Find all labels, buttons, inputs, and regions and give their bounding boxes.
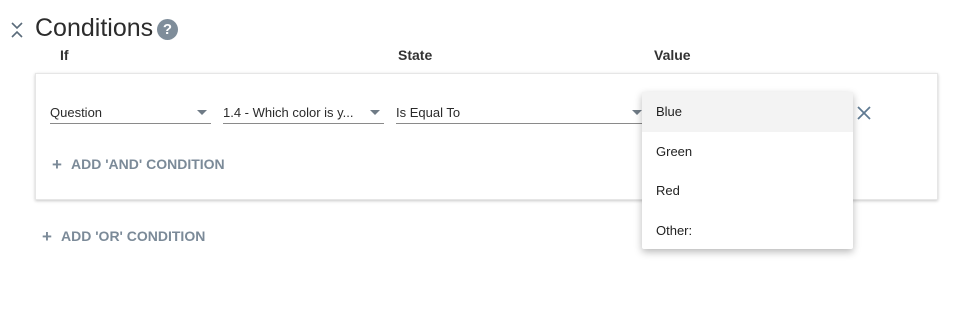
remove-condition-icon[interactable] (855, 104, 873, 122)
chevron-down-icon (197, 110, 207, 115)
value-column-header: Value (654, 47, 691, 63)
add-and-condition-button[interactable]: + ADD 'AND' CONDITION (52, 155, 225, 175)
question-select-value: 1.4 - Which color is y... (223, 105, 354, 120)
value-option-green[interactable]: Green (642, 132, 853, 172)
plus-icon: + (52, 155, 62, 174)
value-option-blue[interactable]: Blue (642, 92, 853, 132)
value-option-other[interactable]: Other: (642, 211, 853, 251)
source-select-value: Question (50, 105, 103, 120)
state-column-header: State (398, 47, 433, 63)
add-and-condition-label: ADD 'AND' CONDITION (71, 156, 225, 172)
plus-icon: + (42, 227, 52, 246)
operator-select-value: Is Equal To (396, 105, 461, 120)
add-or-condition-button[interactable]: + ADD 'OR' CONDITION (42, 227, 205, 247)
chevron-down-icon (370, 110, 380, 115)
question-select[interactable]: 1.4 - Which color is y... (223, 100, 384, 124)
help-icon[interactable]: ? (157, 19, 178, 40)
add-or-condition-label: ADD 'OR' CONDITION (61, 228, 206, 244)
section-title: Conditions (35, 14, 154, 42)
value-option-red[interactable]: Red (642, 171, 853, 211)
chevron-down-icon (632, 110, 642, 115)
source-select[interactable]: Question (50, 100, 211, 124)
collapse-icon[interactable] (9, 19, 25, 41)
value-dropdown-menu: Blue Green Red Other: (642, 92, 853, 249)
operator-select[interactable]: Is Equal To (396, 100, 646, 124)
if-column-header: If (60, 47, 69, 63)
